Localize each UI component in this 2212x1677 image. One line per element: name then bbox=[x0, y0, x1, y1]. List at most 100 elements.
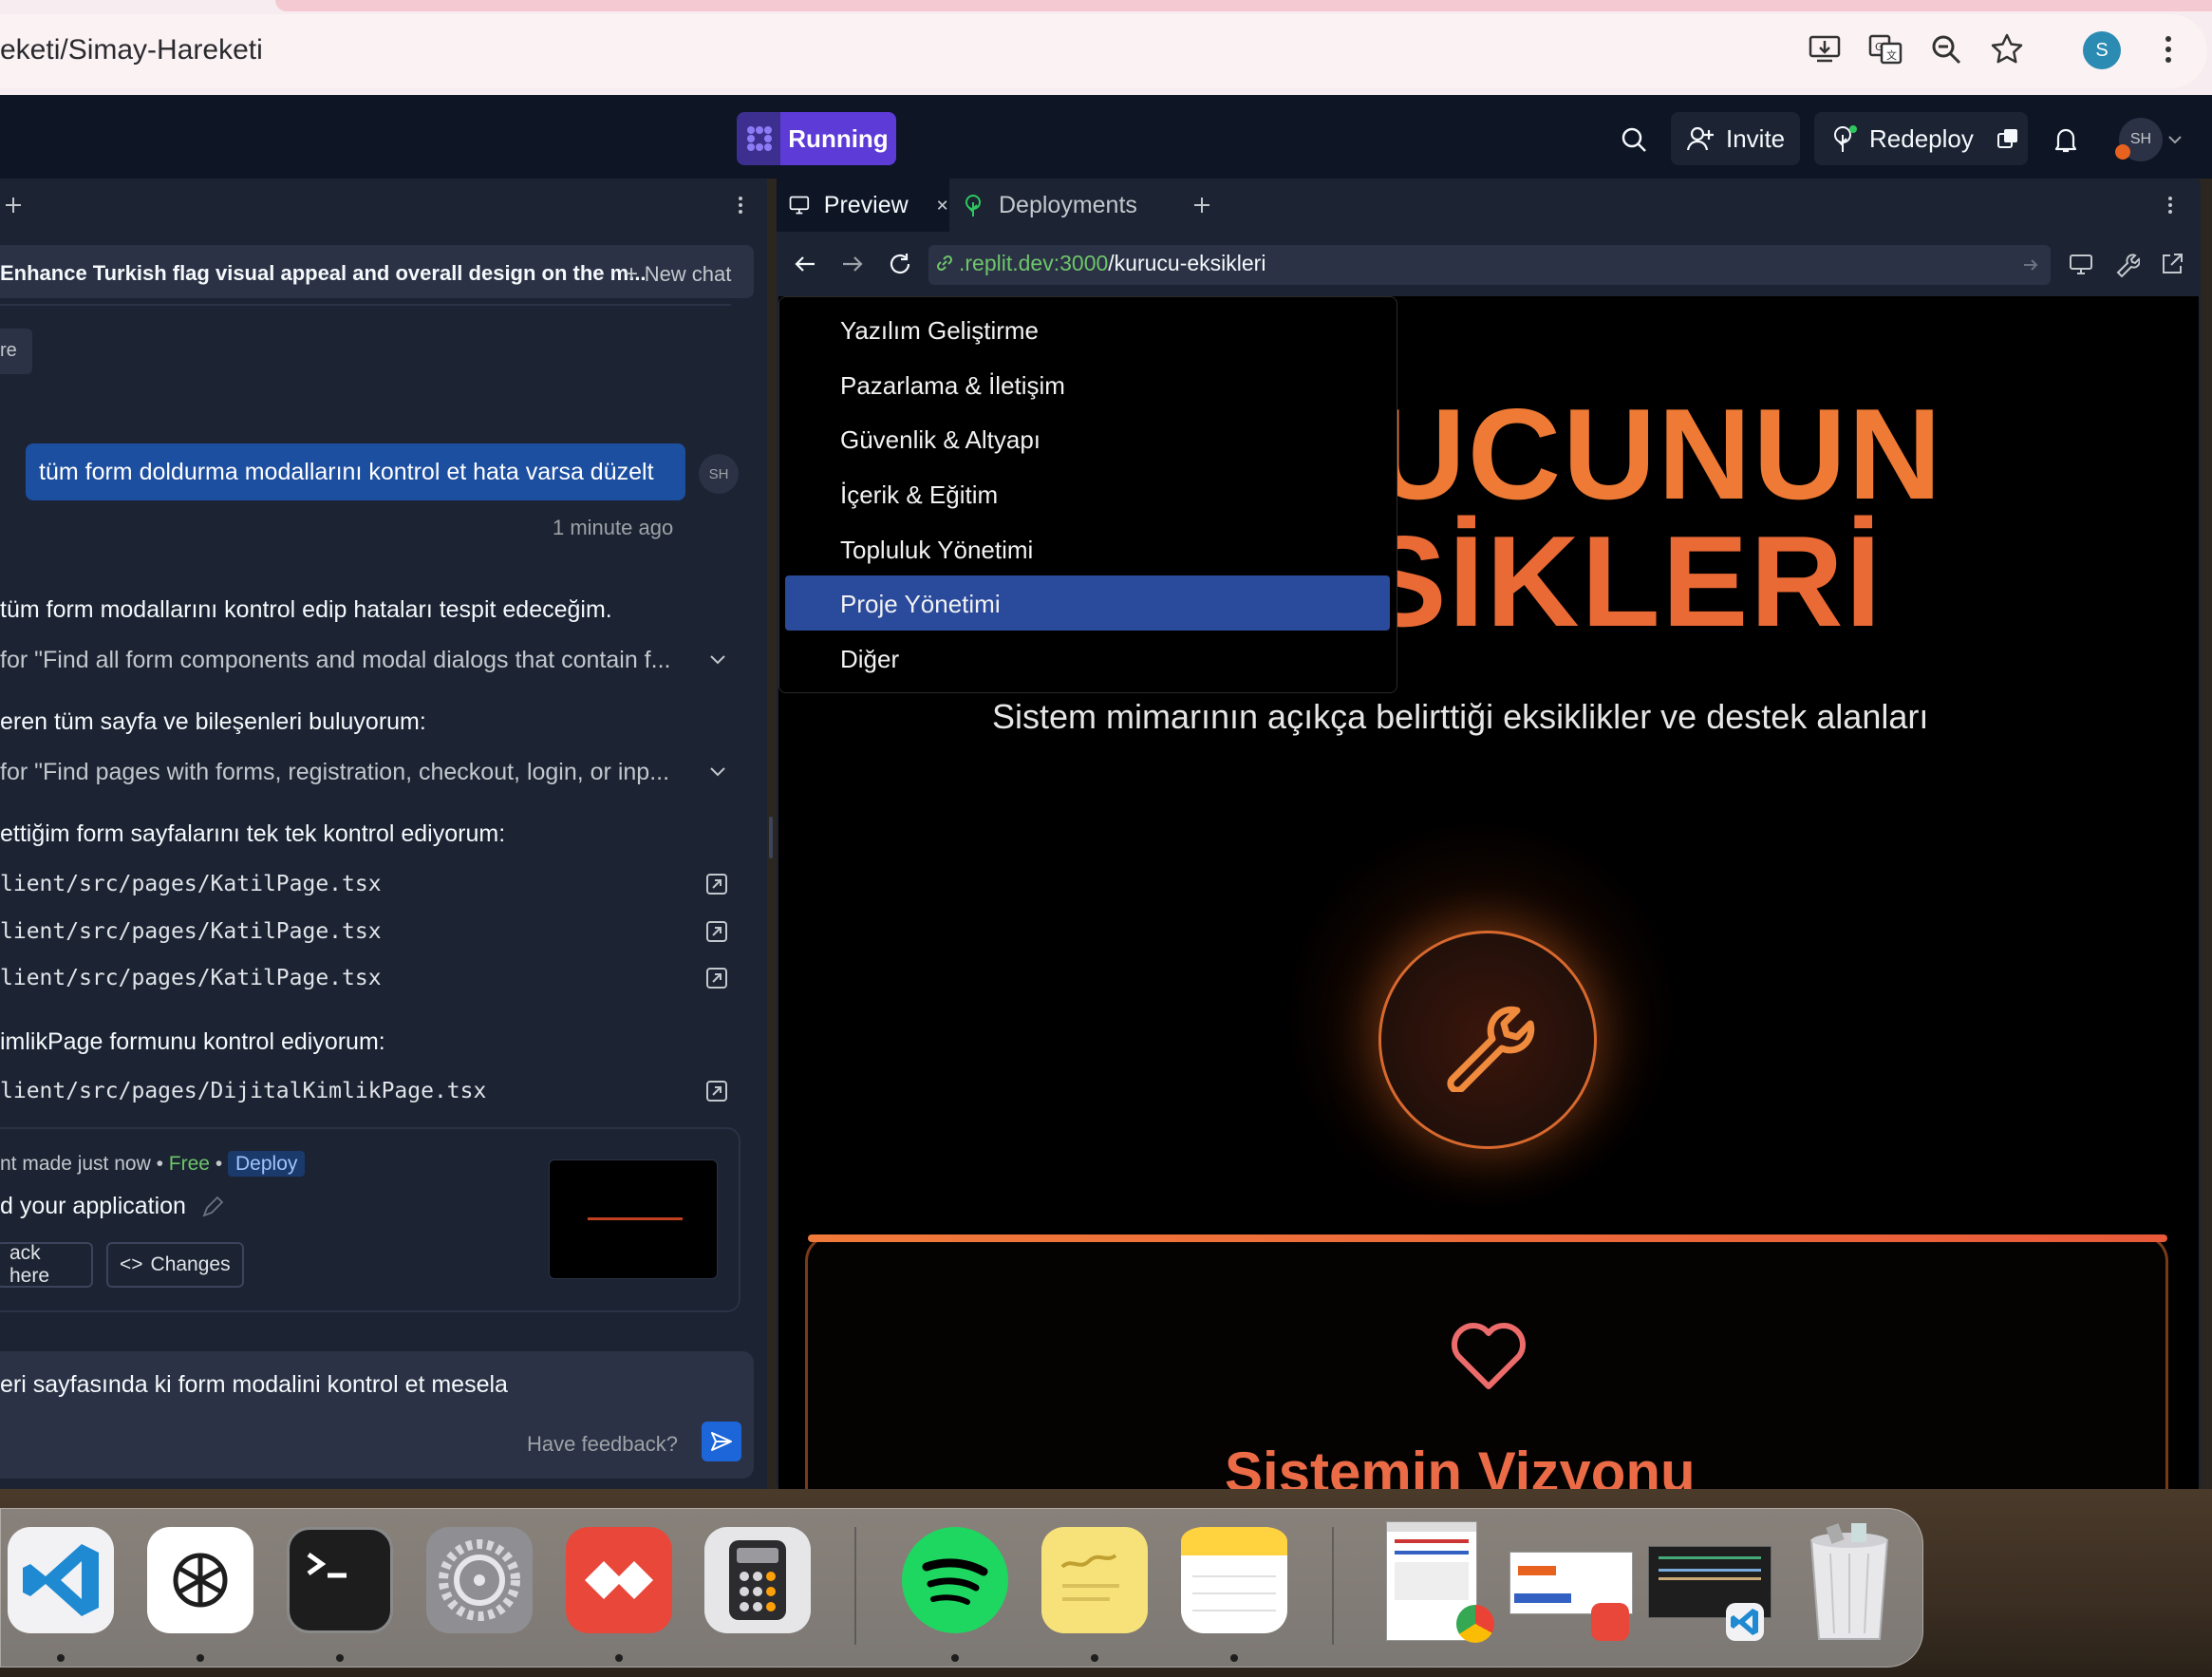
anydesk-icon[interactable] bbox=[566, 1527, 672, 1633]
zoom-icon[interactable] bbox=[1929, 32, 1963, 66]
open-file-icon[interactable] bbox=[704, 966, 729, 990]
new-tab-plus-icon[interactable] bbox=[1190, 194, 1213, 217]
plus-icon[interactable] bbox=[2, 194, 25, 217]
hero-subtitle: Sistem mimarının açıkça belirttiği eksik… bbox=[992, 697, 1929, 736]
link-icon bbox=[936, 254, 953, 272]
agent-panel-header bbox=[0, 179, 767, 232]
user-message-bubble: tüm form doldurma modallarını kontrol et… bbox=[26, 443, 685, 500]
panel-resize-handle[interactable] bbox=[769, 817, 773, 858]
agent-line: ettiğim form sayfalarını tek tek kontrol… bbox=[0, 820, 506, 847]
deploy-tree-icon bbox=[1834, 125, 1857, 152]
forward-arrow-icon[interactable] bbox=[839, 251, 866, 277]
dropdown-option[interactable]: Pazarlama & İletişim bbox=[840, 371, 1065, 401]
search-step[interactable]: for "Find all form components and modal … bbox=[0, 647, 670, 674]
thumb-block bbox=[1518, 1566, 1556, 1575]
open-new-window-icon[interactable] bbox=[2159, 251, 2185, 277]
card-accent-bar bbox=[808, 1234, 2167, 1242]
spotify-icon[interactable] bbox=[902, 1527, 1008, 1633]
preview-url-text[interactable]: .replit.dev:3000/kurucu-eksikleri bbox=[959, 251, 1265, 276]
pencil-icon[interactable] bbox=[200, 1195, 225, 1219]
chevron-down-icon[interactable] bbox=[706, 760, 729, 782]
heart-icon bbox=[1452, 1323, 1526, 1389]
kebab-menu-icon[interactable] bbox=[2159, 194, 2182, 217]
tab-deployments-label: Deployments bbox=[999, 191, 1137, 218]
close-icon[interactable] bbox=[935, 197, 949, 214]
vscode-badge-icon bbox=[1726, 1603, 1764, 1641]
workspace-icon[interactable] bbox=[737, 112, 782, 165]
thumb-block bbox=[1395, 1562, 1469, 1600]
open-file-icon[interactable] bbox=[704, 919, 729, 944]
tab-preview-label: Preview bbox=[823, 191, 909, 218]
plus-icon: + bbox=[625, 261, 645, 287]
install-app-icon[interactable] bbox=[1808, 32, 1842, 66]
devtools-wrench-icon[interactable] bbox=[2113, 251, 2140, 277]
notes-icon[interactable] bbox=[1181, 1527, 1287, 1633]
trash-icon[interactable] bbox=[1802, 1519, 1897, 1645]
running-status-button[interactable]: Running bbox=[780, 112, 896, 165]
chrome-badge-icon bbox=[1456, 1605, 1494, 1643]
file-path[interactable]: lient/src/pages/KatilPage.tsx bbox=[0, 966, 382, 990]
search-icon[interactable] bbox=[1620, 125, 1648, 154]
running-indicator bbox=[197, 1654, 204, 1662]
svg-text:G: G bbox=[1875, 41, 1884, 53]
terminal-icon[interactable] bbox=[287, 1527, 393, 1633]
thumb-line bbox=[1659, 1569, 1761, 1572]
dropdown-option[interactable]: İçerik & Eğitim bbox=[840, 480, 998, 510]
invite-button[interactable]: Invite bbox=[1671, 112, 1801, 165]
send-icon bbox=[711, 1432, 732, 1451]
feedback-link[interactable]: Have feedback? bbox=[527, 1432, 678, 1457]
chrome-menu-icon[interactable] bbox=[2151, 32, 2185, 66]
dropdown-option[interactable]: Güvenlik & Altyapı bbox=[840, 425, 1040, 455]
copy-icon bbox=[1997, 129, 2017, 148]
dropdown-option-selected[interactable]: Proje Yönetimi bbox=[840, 590, 1001, 619]
notifications-bell-icon[interactable] bbox=[2052, 125, 2080, 154]
omnibox-url[interactable]: eketi/Simay-Hareketi bbox=[0, 34, 263, 66]
thumbnail-text-line bbox=[588, 1217, 683, 1220]
bookmark-star-icon[interactable] bbox=[1990, 32, 2024, 66]
checkpoint-title-text: d your application bbox=[0, 1193, 186, 1219]
rollback-button[interactable]: ack here bbox=[0, 1242, 93, 1288]
deploy-link[interactable]: Deploy bbox=[228, 1151, 306, 1177]
system-settings-icon[interactable] bbox=[426, 1527, 533, 1633]
open-file-icon[interactable] bbox=[704, 872, 729, 896]
avatar-status-dot bbox=[2115, 144, 2130, 160]
browser-chrome: eketi/Simay-Hareketi G文 S bbox=[0, 0, 2212, 95]
changes-button[interactable]: <> Changes bbox=[106, 1242, 244, 1288]
new-chat-label: New chat bbox=[644, 262, 732, 286]
stickies-icon[interactable] bbox=[1041, 1527, 1148, 1633]
thumb-block bbox=[1514, 1593, 1571, 1603]
tab-deployments[interactable]: Deployments bbox=[961, 179, 1179, 232]
device-icon[interactable] bbox=[2068, 251, 2094, 277]
go-arrow-icon[interactable] bbox=[2020, 254, 2041, 275]
chatgpt-icon[interactable] bbox=[147, 1527, 253, 1633]
file-path[interactable]: lient/src/pages/DijitalKimlikPage.tsx bbox=[0, 1079, 486, 1103]
dropdown-option[interactable]: Topluluk Yönetimi bbox=[840, 536, 1033, 565]
send-button[interactable] bbox=[702, 1422, 741, 1461]
chevron-down-icon[interactable] bbox=[2166, 131, 2184, 148]
checkpoint-meta: nt made just now • Free • Deploy bbox=[0, 1151, 306, 1177]
redeploy-options-button[interactable] bbox=[1988, 112, 2028, 165]
reload-icon[interactable] bbox=[887, 251, 913, 277]
running-indicator bbox=[57, 1654, 65, 1662]
open-file-icon[interactable] bbox=[704, 1079, 729, 1103]
chevron-down-icon[interactable] bbox=[706, 648, 729, 670]
svg-text:文: 文 bbox=[1886, 48, 1897, 62]
kebab-menu-icon[interactable] bbox=[729, 194, 752, 217]
back-arrow-icon[interactable] bbox=[792, 251, 818, 277]
checkpoint-screenshot-thumbnail[interactable] bbox=[549, 1159, 718, 1279]
more-chip[interactable]: re bbox=[0, 329, 32, 374]
calculator-icon[interactable] bbox=[704, 1527, 811, 1633]
monitor-icon bbox=[789, 196, 810, 215]
dropdown-option[interactable]: Yazılım Geliştirme bbox=[840, 316, 1039, 346]
new-chat-button[interactable]: + New chat bbox=[625, 261, 731, 288]
translate-icon[interactable]: G文 bbox=[1868, 32, 1903, 66]
file-path[interactable]: lient/src/pages/KatilPage.tsx bbox=[0, 919, 382, 944]
dropdown-option[interactable]: Diğer bbox=[840, 645, 899, 674]
file-path[interactable]: lient/src/pages/KatilPage.tsx bbox=[0, 872, 382, 896]
chat-title[interactable]: Enhance Turkish flag visual appeal and o… bbox=[0, 261, 647, 286]
profile-avatar[interactable]: S bbox=[2083, 31, 2121, 69]
search-step[interactable]: for "Find pages with forms, registration… bbox=[0, 759, 669, 786]
vscode-icon[interactable] bbox=[8, 1527, 114, 1633]
chat-input-text[interactable]: eri sayfasında ki form modalini kontrol … bbox=[0, 1371, 508, 1399]
tab-preview[interactable]: Preview bbox=[777, 179, 949, 232]
